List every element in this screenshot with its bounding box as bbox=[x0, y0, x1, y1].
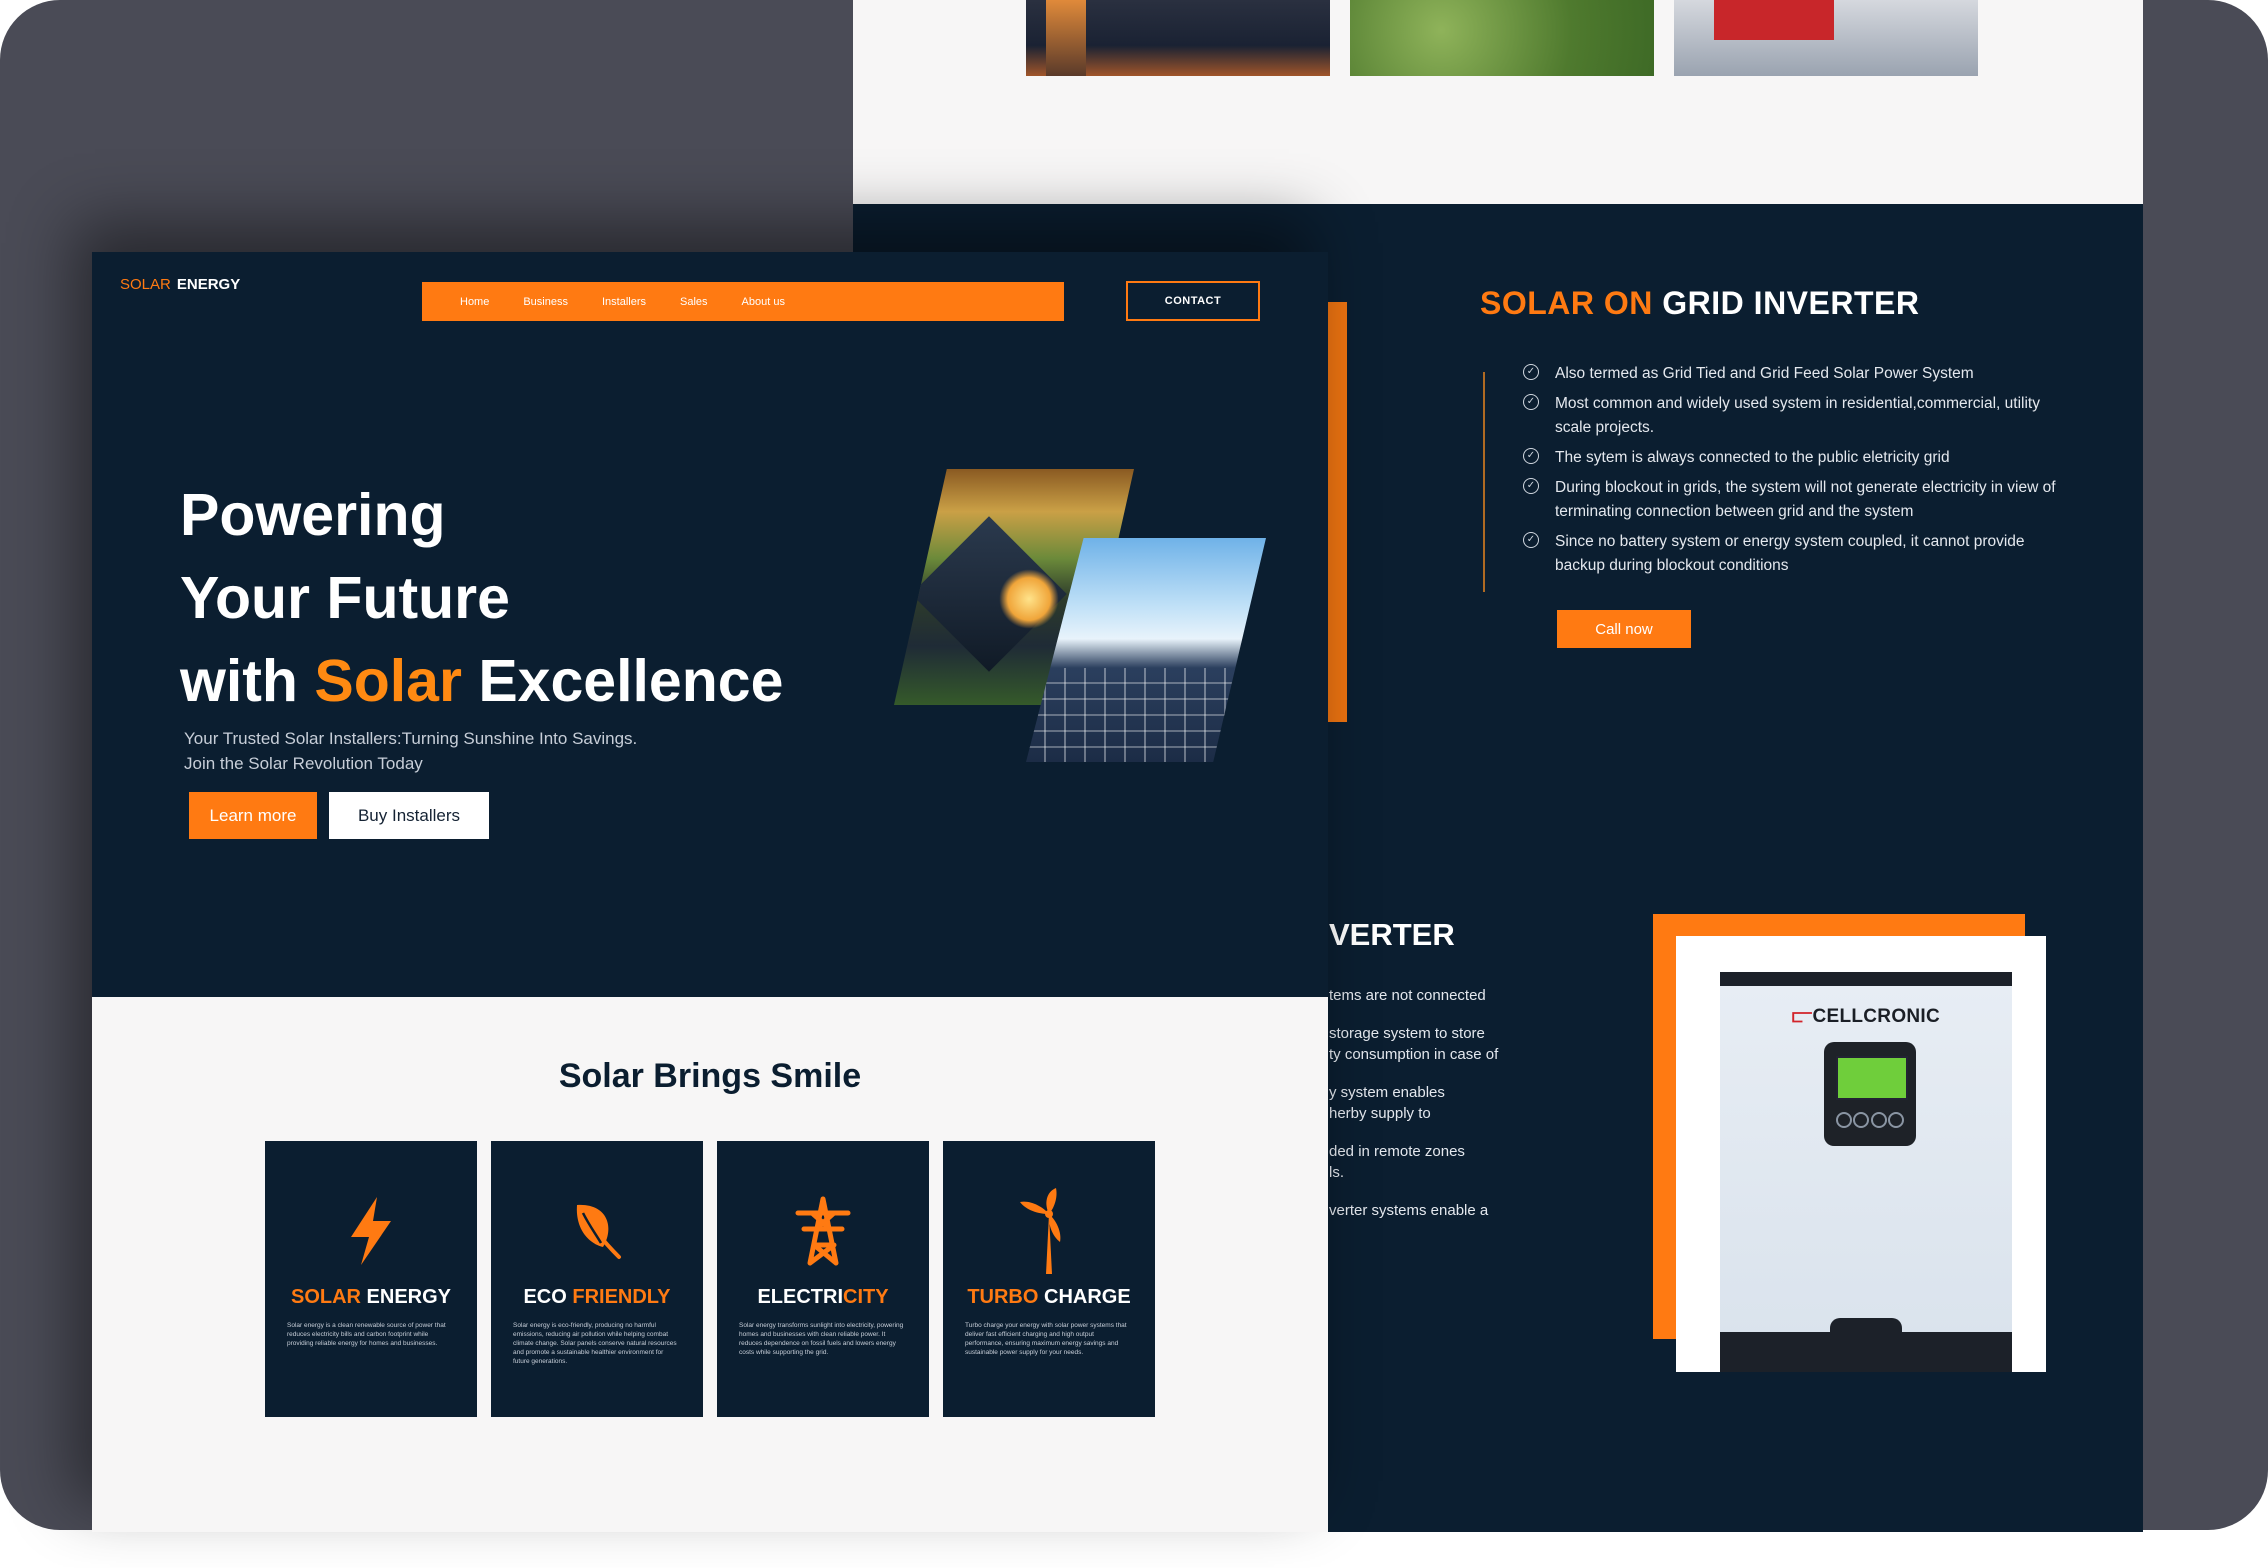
nav-about-us[interactable]: About us bbox=[742, 296, 785, 308]
feature-card-eco-friendly[interactable]: ECO FRIENDLY Solar energy is eco-friendl… bbox=[491, 1141, 703, 1417]
text-line: ty consumption in case of bbox=[1329, 1046, 1499, 1063]
off-grid-title: VERTER bbox=[1329, 917, 1455, 952]
lightning-icon bbox=[265, 1191, 477, 1271]
text-line: herby supply to bbox=[1329, 1105, 1431, 1122]
grid-inverter-bullets: ✓ Also termed as Grid Tied and Grid Feed … bbox=[1523, 362, 2063, 584]
nav-home[interactable]: Home bbox=[460, 296, 489, 308]
site-logo[interactable]: SOLAR ENERGY bbox=[120, 276, 240, 293]
hero-subtitle: Your Trusted Solar Installers:Turning Su… bbox=[184, 729, 638, 773]
list-item: ✓ The sytem is always connected to the pu… bbox=[1523, 446, 2063, 470]
check-circle-icon: ✓ bbox=[1523, 532, 1539, 548]
gallery-image-solar-inverter bbox=[1674, 0, 1978, 76]
feature-card-solar-energy[interactable]: SOLAR ENERGY Solar energy is a clean ren… bbox=[265, 1141, 477, 1417]
card-text: Solar energy transforms sunlight into el… bbox=[739, 1322, 904, 1356]
check-circle-icon: ✓ bbox=[1523, 478, 1539, 494]
hero-heading: Powering Your Future with Solar Excellen… bbox=[180, 482, 784, 714]
text-line: ded in remote zones bbox=[1329, 1143, 1465, 1160]
card-title: ECO FRIENDLY bbox=[523, 1286, 671, 1308]
inverter-product-image: ⫍CELLCRONIC bbox=[1676, 936, 2046, 1372]
gallery-image-plants bbox=[1350, 0, 1654, 76]
gallery-strip bbox=[853, 0, 2143, 204]
check-circle-icon: ✓ bbox=[1523, 394, 1539, 410]
feature-card-electricity[interactable]: ELECTRICITY Solar energy transforms sunl… bbox=[717, 1141, 929, 1417]
text-line: storage system to store bbox=[1329, 1025, 1485, 1042]
divider-line bbox=[1483, 372, 1485, 592]
text-line: ls. bbox=[1329, 1164, 1344, 1181]
leaf-icon bbox=[491, 1191, 703, 1271]
check-circle-icon: ✓ bbox=[1523, 364, 1539, 380]
list-item: ✓ Since no battery system or energy syste… bbox=[1523, 530, 2063, 578]
buy-installers-button[interactable]: Buy Installers bbox=[329, 792, 489, 839]
inverter-brand-logo: ⫍CELLCRONIC bbox=[1791, 1006, 1941, 1027]
hero-section: SOLAR ENERGY Home Business Installers Sal… bbox=[92, 252, 1328, 997]
section-title: Solar Brings Smile bbox=[558, 1057, 862, 1095]
inverter-body: ⫍CELLCRONIC bbox=[1720, 972, 2012, 1372]
learn-more-button[interactable]: Learn more bbox=[189, 792, 317, 839]
text-line: verter systems enable a bbox=[1329, 1202, 1489, 1219]
nav-installers[interactable]: Installers bbox=[602, 296, 646, 308]
call-now-button[interactable]: Call now bbox=[1557, 610, 1691, 648]
feature-card-turbo-charge[interactable]: TURBO CHARGE Turbo charge your energy wi… bbox=[943, 1141, 1155, 1417]
main-nav: Home Business Installers Sales About us bbox=[422, 282, 1064, 321]
text-line: y system enables bbox=[1329, 1084, 1445, 1101]
contact-button[interactable]: CONTACT bbox=[1126, 281, 1260, 321]
inverter-control-panel bbox=[1824, 1042, 1916, 1146]
accent-bar bbox=[1325, 302, 1347, 722]
grid-inverter-title: SOLAR ON GRID INVERTER bbox=[1480, 285, 1920, 321]
check-circle-icon: ✓ bbox=[1523, 448, 1539, 464]
nav-sales[interactable]: Sales bbox=[680, 296, 708, 308]
gallery-image-building bbox=[1026, 0, 1330, 76]
list-item: ✓ Most common and widely used system in r… bbox=[1523, 392, 2063, 440]
inverter-base bbox=[1720, 1318, 2012, 1372]
card-text: Solar energy is a clean renewable source… bbox=[287, 1322, 446, 1347]
feature-cards: SOLAR ENERGY Solar energy is a clean ren… bbox=[265, 1141, 1155, 1417]
off-grid-text: tems are not connected storage system to… bbox=[1329, 985, 1569, 1221]
nav-business[interactable]: Business bbox=[523, 296, 568, 308]
list-item: ✓ Also termed as Grid Tied and Grid Feed … bbox=[1523, 362, 2063, 386]
card-title: SOLAR ENERGY bbox=[290, 1286, 452, 1308]
inverter-lcd-screen bbox=[1836, 1056, 1908, 1100]
list-item: ✓ During blockout in grids, the system wi… bbox=[1523, 476, 2063, 524]
text-line: tems are not connected bbox=[1329, 987, 1486, 1004]
card-title: TURBO CHARGE bbox=[967, 1286, 1131, 1308]
card-text: Solar energy is eco-friendly, producing … bbox=[513, 1322, 677, 1365]
front-mockup-page: SOLAR ENERGY Home Business Installers Sal… bbox=[92, 252, 1328, 1532]
card-title: ELECTRICITY bbox=[757, 1286, 889, 1308]
wind-turbine-icon bbox=[943, 1188, 1155, 1274]
power-tower-icon bbox=[717, 1191, 929, 1271]
card-text: Turbo charge your energy with solar powe… bbox=[965, 1322, 1127, 1356]
